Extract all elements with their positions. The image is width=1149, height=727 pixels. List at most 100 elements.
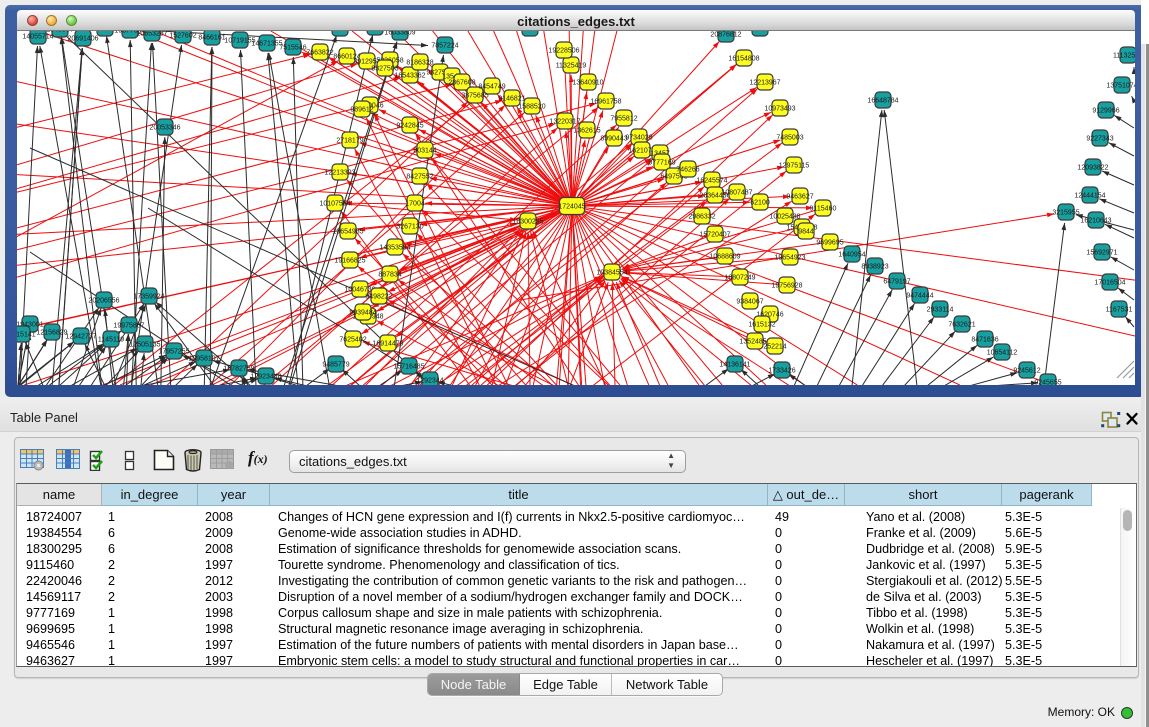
svg-text:3875685: 3875685 [461,93,488,100]
svg-text:9734028: 9734028 [625,135,652,142]
svg-text:19654985: 19654985 [332,229,363,236]
svg-text:3915141: 3915141 [17,332,36,339]
svg-text:13220317: 13220317 [549,119,580,126]
svg-text:803144: 803144 [413,148,436,155]
svg-text:16648784: 16648784 [867,98,898,105]
svg-text:12444154: 12444154 [1074,193,1105,200]
svg-text:19166825: 19166825 [334,258,365,265]
svg-text:18300295: 18300295 [512,219,543,226]
svg-text:17957255: 17957255 [158,349,189,356]
svg-text:10653287: 10653287 [136,31,167,38]
svg-text:16245574: 16245574 [696,178,727,185]
svg-text:1724045: 1724045 [558,204,585,211]
svg-text:10107554: 10107554 [319,201,350,208]
svg-text:989612: 989612 [350,107,373,114]
svg-text:9939484: 9939484 [349,310,376,317]
svg-text:2867608: 2867608 [448,80,475,87]
svg-text:17359924: 17359924 [133,294,164,301]
svg-text:14671355: 14671355 [251,41,282,48]
svg-text:17016504: 17016504 [1094,280,1125,287]
svg-text:14353594: 14353594 [379,245,410,252]
svg-text:9485779: 9485779 [322,362,349,369]
svg-text:7485003: 7485003 [776,135,803,142]
svg-text:9115460: 9115460 [810,206,837,213]
svg-text:10973493: 10973493 [764,106,795,113]
svg-text:8427552: 8427552 [406,174,433,181]
svg-text:12923448: 12923448 [250,374,281,381]
svg-text:8186328: 8186328 [406,60,433,67]
svg-text:9227343: 9227343 [1086,136,1113,143]
svg-text:8990443: 8990443 [600,136,627,143]
svg-text:9844: 9844 [798,229,814,236]
svg-text:16210643: 16210643 [1080,218,1111,225]
svg-text:1940557: 1940557 [46,31,73,34]
svg-text:7625402: 7625402 [339,337,366,344]
svg-text:15720407: 15720407 [699,232,730,239]
svg-text:8938923: 8938923 [861,264,888,271]
svg-text:7515546: 7515546 [279,45,306,52]
svg-text:11325419: 11325419 [556,63,587,70]
svg-text:19228506: 19228506 [548,48,579,55]
svg-text:20206556: 20206556 [88,298,119,305]
svg-text:13751074: 13751074 [1106,83,1135,90]
svg-text:746266: 746266 [676,167,699,174]
svg-text:1527612: 1527612 [361,31,388,32]
svg-text:10807487: 10807487 [721,190,752,197]
svg-text:15692971: 15692971 [1086,250,1117,257]
svg-text:9384067: 9384067 [736,299,763,306]
svg-text:9327503: 9327503 [371,66,398,73]
svg-text:2069140: 2069140 [91,31,118,33]
svg-text:10958107: 10958107 [188,356,219,363]
svg-text:10688609: 10688609 [709,254,740,261]
svg-text:7857224: 7857224 [431,43,458,50]
svg-text:9245612: 9245612 [1013,368,1040,375]
svg-text:20691406: 20691406 [67,36,98,43]
svg-text:19384554: 19384554 [596,270,627,277]
svg-text:15716485: 15716485 [393,364,424,371]
svg-text:8454749: 8454749 [478,84,505,91]
svg-text:12156829: 12156829 [36,330,67,337]
svg-text:7632621: 7632621 [948,322,975,329]
svg-text:14055714: 14055714 [22,34,53,41]
svg-text:2718179: 2718179 [336,138,363,145]
svg-text:16154808: 16154808 [728,56,759,63]
svg-text:1167531: 1167531 [1106,307,1133,314]
svg-text:1145119: 1145119 [98,337,124,344]
svg-text:9699695: 9699695 [816,240,843,247]
svg-text:9146821: 9146821 [498,96,525,103]
svg-text:12213393: 12213393 [324,170,355,177]
svg-text:3215955: 3215955 [1052,210,1079,217]
svg-text:2933114: 2933114 [927,307,954,314]
svg-text:16961758: 16961758 [590,99,621,106]
svg-text:2986332: 2986332 [688,214,715,221]
svg-text:6479197: 6479197 [883,279,910,286]
svg-text:20876812: 20876812 [710,32,741,39]
svg-text:16033809: 16033809 [384,31,415,37]
svg-text:1603380: 1603380 [746,31,773,33]
svg-text:9245655: 9245655 [1034,380,1061,386]
svg-text:11132541: 11132541 [1113,53,1135,60]
svg-text:1615132: 1615132 [748,322,775,329]
svg-text:12213967: 12213967 [749,80,780,87]
svg-text:1292344: 1292344 [416,378,443,385]
svg-text:10654112: 10654112 [987,350,1018,357]
svg-text:19654923: 19654923 [774,255,805,262]
svg-text:16543362: 16543362 [394,73,425,80]
svg-text:12975115: 12975115 [779,163,810,170]
svg-text:1588520: 1588520 [518,104,545,111]
svg-text:9242845: 9242845 [396,123,423,130]
svg-text:1733426: 1733426 [768,368,795,375]
svg-text:16782759: 16782759 [223,366,254,373]
svg-text:252214: 252214 [763,344,786,351]
svg-text:7955812: 7955812 [610,116,637,123]
svg-text:9129966: 9129966 [1092,108,1119,115]
svg-text:18807249: 18807249 [724,275,755,282]
svg-text:19756928: 19756928 [771,283,802,290]
svg-text:887834: 887834 [378,272,401,279]
svg-text:9777169: 9777169 [648,160,675,167]
svg-text:7663822: 7663822 [306,50,333,57]
svg-text:12505135: 12505135 [129,342,160,349]
svg-text:14136141: 14136141 [719,362,750,369]
svg-text:12942737: 12942737 [65,334,96,341]
svg-text:1527602: 1527602 [169,33,196,40]
